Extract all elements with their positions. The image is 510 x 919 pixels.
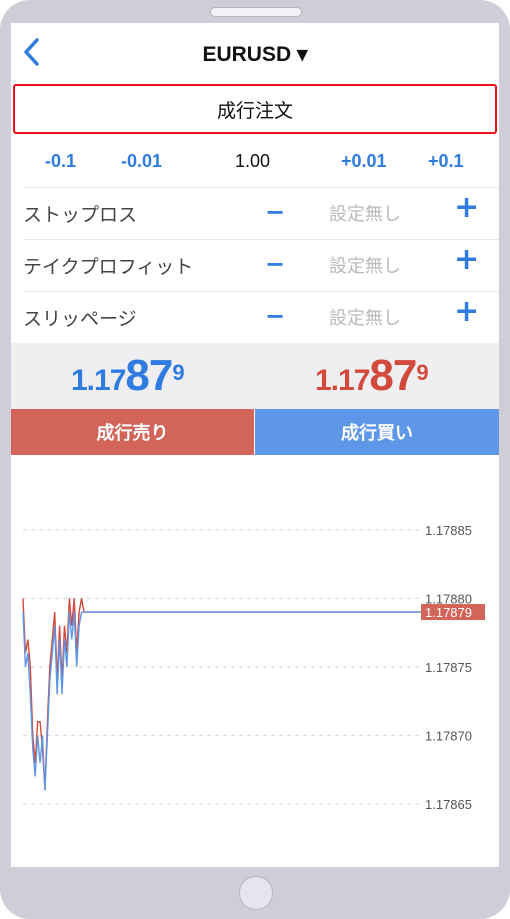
current-price-label: 1.17879 [425,605,472,620]
slippage-label: スリッページ [23,308,137,330]
price-chart: 1.178851.178801.178751.178701.178651.178… [22,523,485,812]
ask-price: 1.17879 [315,351,429,401]
phone-frame: EURUSD ▾ 成行注文 -0.1 -0.01 1.00 +0.01 +0.1… [0,0,510,919]
bid-price-fraction: 9 [172,359,184,385]
stop-loss-value[interactable]: 設定無し [329,200,401,226]
stop-loss-minus-button[interactable]: − [265,198,285,226]
volume-row: -0.1 -0.01 1.00 +0.01 +0.1 [11,141,499,185]
y-tick-label: 1.17870 [425,728,472,743]
slippage-plus-button[interactable]: + [454,297,479,327]
take-profit-label: テイクプロフィット [23,256,194,278]
ask-price-fraction: 9 [416,359,428,385]
stop-loss-plus-button[interactable]: + [454,193,479,223]
bid-price-prefix: 1.17 [71,364,126,397]
volume-plus-0.1-button[interactable]: +0.1 [428,151,464,172]
order-type-selector[interactable]: 成行注文 [13,84,497,134]
volume-plus-0.01-button[interactable]: +0.01 [341,151,387,172]
bid-series-line [22,598,421,791]
ask-series-line [22,611,421,791]
market-sell-button[interactable]: 成行売り [11,409,254,455]
volume-minus-0.01-button[interactable]: -0.01 [121,151,162,172]
volume-value[interactable]: 1.00 [235,151,270,172]
slippage-row: スリッページ − 設定無し + [11,291,499,343]
y-tick-label: 1.17885 [425,523,472,538]
ask-price-pips: 87 [369,351,417,400]
price-band: 1.17879 1.17879 [11,343,499,409]
slippage-value[interactable]: 設定無し [329,304,401,330]
header: EURUSD ▾ [11,23,499,81]
market-buy-button[interactable]: 成行買い [255,409,499,455]
take-profit-plus-button[interactable]: + [454,245,479,275]
bid-price: 1.17879 [71,351,185,401]
stop-loss-row: ストップロス − 設定無し + [11,187,499,239]
speaker-slot [210,7,302,17]
y-tick-label: 1.17865 [425,797,472,812]
slippage-minus-button[interactable]: − [265,302,285,330]
order-screen: EURUSD ▾ 成行注文 -0.1 -0.01 1.00 +0.01 +0.1… [11,23,499,867]
stop-loss-label: ストップロス [23,204,138,226]
symbol-title[interactable]: EURUSD ▾ [11,42,499,67]
take-profit-row: テイクプロフィット − 設定無し + [11,239,499,291]
ask-price-prefix: 1.17 [315,364,370,397]
volume-minus-0.1-button[interactable]: -0.1 [45,151,76,172]
home-button[interactable] [239,876,273,910]
take-profit-value[interactable]: 設定無し [329,252,401,278]
y-tick-label: 1.17875 [425,660,472,675]
bid-price-pips: 87 [125,351,173,400]
take-profit-minus-button[interactable]: − [265,250,285,278]
